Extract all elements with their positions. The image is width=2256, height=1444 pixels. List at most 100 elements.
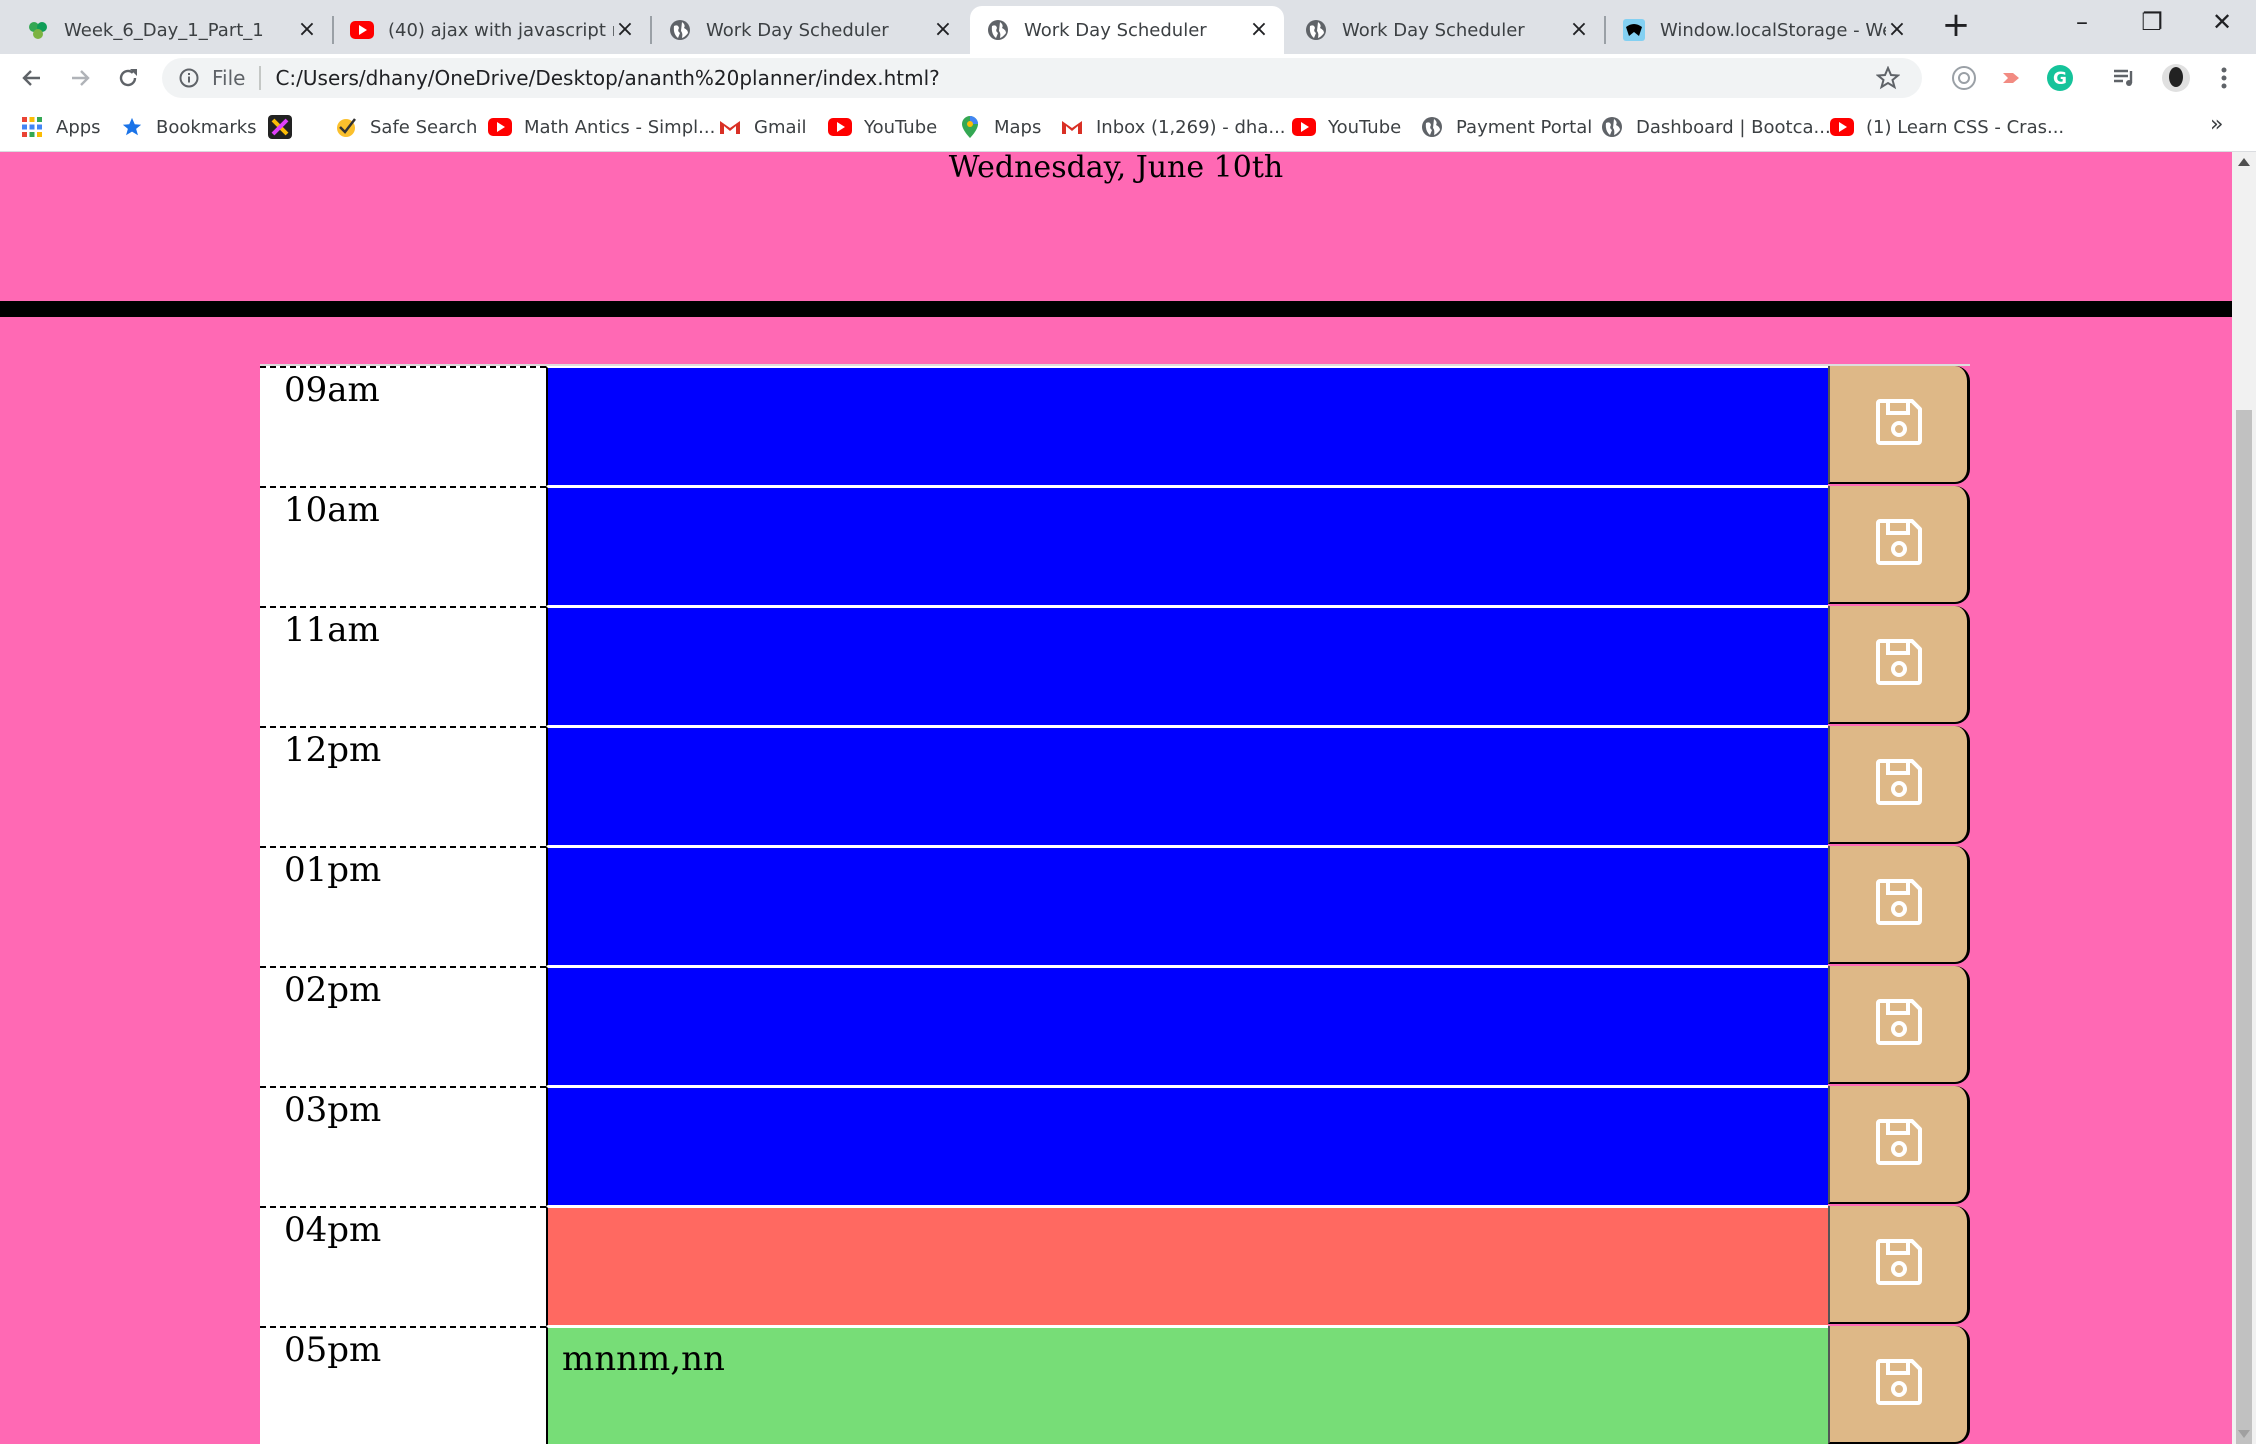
bookmark-label: Inbox (1,269) - dha...	[1096, 116, 1286, 138]
tab-label: Work Day Scheduler	[706, 19, 889, 41]
bookmark-bookmarks[interactable]: Bookmarks	[120, 114, 257, 140]
description-textarea[interactable]	[546, 486, 1828, 606]
profile-avatar[interactable]	[2160, 62, 2192, 94]
grammarly-icon[interactable]: G	[2044, 62, 2076, 94]
tab-work-day-scheduler-1[interactable]: Work Day Scheduler ×	[652, 6, 968, 54]
description-textarea[interactable]	[546, 366, 1828, 486]
description-textarea[interactable]: mnnm,nn	[546, 1326, 1828, 1444]
hour-label: 03pm	[260, 1086, 546, 1206]
tab-close-icon[interactable]: ×	[1248, 19, 1270, 41]
tab-work-day-scheduler-3[interactable]: Work Day Scheduler ×	[1288, 6, 1604, 54]
bookmark-youtube-2[interactable]: YouTube	[1292, 114, 1401, 140]
menu-kebab-icon[interactable]	[2208, 62, 2240, 94]
close-window-button[interactable]: ✕	[2192, 4, 2252, 40]
minimize-button[interactable]: –	[2052, 4, 2112, 40]
bookmark-label: Maps	[994, 116, 1042, 138]
save-button[interactable]	[1828, 486, 1970, 604]
floppy-disk-save-icon	[1874, 397, 1924, 451]
tab-close-icon[interactable]: ×	[932, 19, 954, 41]
bookmark-colorful-x[interactable]	[268, 114, 304, 140]
info-icon[interactable]	[178, 67, 200, 89]
bookmark-payment-portal[interactable]: Payment Portal	[1420, 114, 1592, 140]
tab-close-icon[interactable]: ×	[296, 19, 318, 41]
media-queue-icon[interactable]	[2108, 62, 2140, 94]
new-tab-button[interactable]: +	[1938, 8, 1974, 44]
page-viewport: Wednesday, June 10th 09am 10am 11am 12pm 01p…	[0, 152, 2232, 1444]
restore-button[interactable]: ❐	[2122, 4, 2182, 40]
bookmark-math-antics[interactable]: Math Antics - Simpl...	[488, 114, 715, 140]
extension-circle-icon[interactable]	[1948, 62, 1980, 94]
address-bar[interactable]: File C:/Users/dhany/OneDrive/Desktop/ana…	[162, 58, 1922, 98]
floppy-disk-save-icon	[1874, 637, 1924, 691]
globe-favicon-icon	[986, 18, 1010, 42]
tab-strip: Week_6_Day_1_Part_1 × (40) ajax with jav…	[0, 0, 2256, 54]
hour-label: 12pm	[260, 726, 546, 846]
bookmark-label: Dashboard | Bootca...	[1636, 116, 1831, 138]
description-textarea[interactable]	[546, 966, 1828, 1086]
tab-close-icon[interactable]: ×	[1886, 19, 1908, 41]
tab-close-icon[interactable]: ×	[1568, 19, 1590, 41]
scroll-thumb[interactable]	[2236, 410, 2252, 1444]
apps-grid-icon	[20, 115, 44, 139]
star-icon	[120, 115, 144, 139]
floppy-disk-save-icon	[1874, 1237, 1924, 1291]
bookmark-apps[interactable]: Apps	[20, 114, 101, 140]
hour-label: 02pm	[260, 966, 546, 1086]
mdn-favicon-icon	[1622, 18, 1646, 42]
time-block-row: 05pm mnnm,nn	[260, 1326, 1970, 1444]
bookmark-maps[interactable]: Maps	[958, 114, 1041, 140]
bookmark-inbox[interactable]: Inbox (1,269) - dha...	[1060, 114, 1286, 140]
youtube-favicon-icon	[350, 18, 374, 42]
youtube-icon	[488, 115, 512, 139]
floppy-disk-save-icon	[1874, 1357, 1924, 1411]
bookmark-learn-css[interactable]: (1) Learn CSS - Cras...	[1830, 114, 2064, 140]
save-button[interactable]	[1828, 1326, 1970, 1444]
tab-close-icon[interactable]: ×	[614, 19, 636, 41]
bookmark-label: Gmail	[754, 116, 807, 138]
forward-button[interactable]	[62, 60, 98, 96]
tab-label: Work Day Scheduler	[1024, 19, 1207, 41]
save-button[interactable]	[1828, 846, 1970, 964]
hour-label: 04pm	[260, 1206, 546, 1326]
description-textarea[interactable]	[546, 1206, 1828, 1326]
jumbotron-header: Wednesday, June 10th	[0, 152, 2232, 302]
url-text[interactable]: C:/Users/dhany/OneDrive/Desktop/ananth%2…	[275, 66, 939, 90]
description-textarea[interactable]	[546, 606, 1828, 726]
recycle-favicon-icon	[26, 18, 50, 42]
bookmarks-overflow-button[interactable]: »	[2210, 112, 2223, 137]
header-divider	[0, 301, 2232, 317]
save-button[interactable]	[1828, 1206, 1970, 1324]
bookmark-label: Safe Search	[370, 116, 478, 138]
bookmark-star-icon[interactable]	[1875, 65, 1901, 90]
save-button[interactable]	[1828, 606, 1970, 724]
colorful-x-icon	[268, 115, 292, 139]
tab-week6[interactable]: Week_6_Day_1_Part_1 ×	[10, 6, 332, 54]
floppy-disk-save-icon	[1874, 997, 1924, 1051]
bookmark-gmail[interactable]: Gmail	[718, 114, 807, 140]
extension-arrow-icon[interactable]	[1996, 62, 2028, 94]
bookmark-label: Bookmarks	[156, 116, 257, 138]
arrow-left-icon	[22, 70, 40, 86]
back-button[interactable]	[14, 60, 50, 96]
description-textarea[interactable]	[546, 726, 1828, 846]
save-button[interactable]	[1828, 726, 1970, 844]
bookmark-label: Payment Portal	[1456, 116, 1593, 138]
save-button[interactable]	[1828, 966, 1970, 1084]
vertical-scrollbar[interactable]	[2232, 152, 2256, 1444]
save-button[interactable]	[1828, 366, 1970, 484]
time-block-row: 03pm	[260, 1086, 1970, 1206]
globe-favicon-icon	[1304, 18, 1328, 42]
description-textarea[interactable]	[546, 846, 1828, 966]
description-textarea[interactable]	[546, 1086, 1828, 1206]
scroll-up-arrow-icon[interactable]	[2238, 158, 2250, 166]
save-button[interactable]	[1828, 1086, 1970, 1204]
hour-label: 05pm	[260, 1326, 546, 1444]
reload-button[interactable]	[110, 60, 146, 96]
scroll-down-arrow-icon[interactable]	[2238, 1430, 2250, 1438]
tab-ajax-youtube[interactable]: (40) ajax with javascript mak ×	[334, 6, 650, 54]
bookmark-youtube[interactable]: YouTube	[828, 114, 937, 140]
tab-localstorage-mdn[interactable]: Window.localStorage - Web ×	[1606, 6, 1922, 54]
tab-work-day-scheduler-active[interactable]: Work Day Scheduler ×	[970, 6, 1284, 54]
bookmark-dashboard-bootcamp[interactable]: Dashboard | Bootca...	[1600, 114, 1831, 140]
bookmark-safe-search[interactable]: Safe Search	[334, 114, 477, 140]
